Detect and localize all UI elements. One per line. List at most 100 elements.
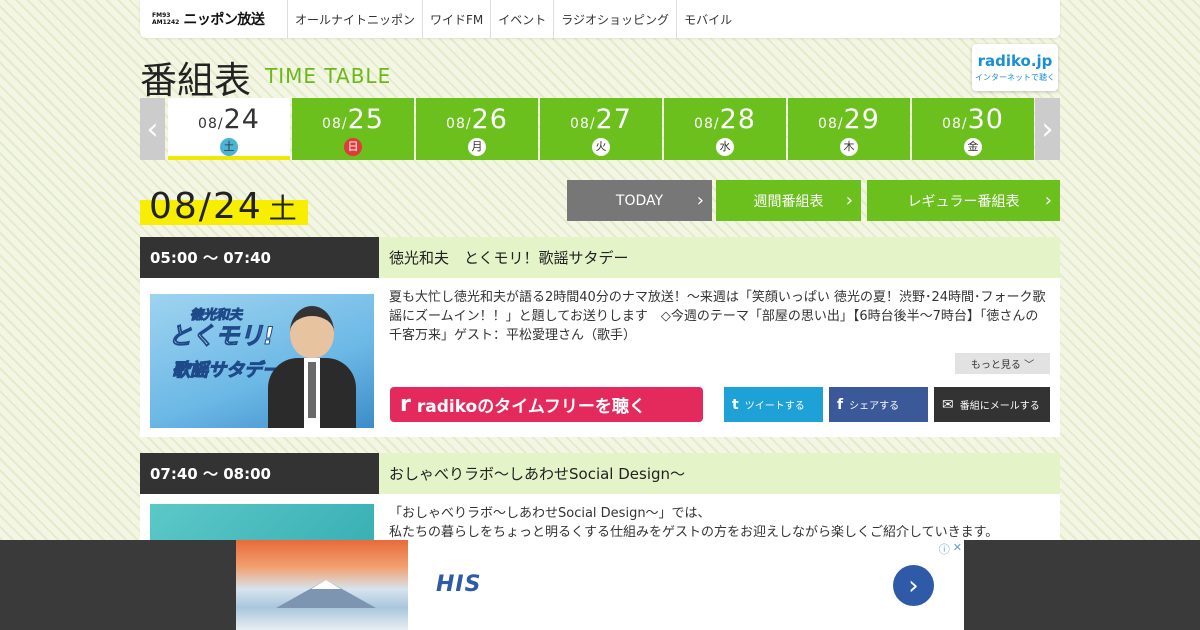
weekday-badge: 金 [964,138,982,156]
date-tab-month: 08/ [570,116,596,132]
radiko-icon: r [400,392,411,417]
date-tab-month: 08/ [818,116,844,132]
program-description: 「おしゃべりラボ～しあわせSocial Design～」では、 私たちの暮らしを… [389,504,1051,542]
current-weekday: 土 [268,192,299,225]
program-time: 05:00 ～ 07:40 [140,237,379,278]
program-thumbnail[interactable]: 徳光和夫 とくモリ! 歌謡サタデー [150,294,374,428]
today-button-label: TODAY [615,192,664,209]
regular-schedule-button[interactable]: レギュラー番組表 › [867,180,1060,221]
share-button[interactable]: f シェアする [829,387,928,422]
date-tab-0830[interactable]: 08/30 金 [912,98,1034,160]
weekly-schedule-button[interactable]: 週間番組表 › [716,180,861,221]
host-tie [308,362,316,418]
regular-button-label: レギュラー番組表 [907,193,1020,210]
date-tab-0825[interactable]: 08/25 日 [292,98,414,160]
date-tab-day: 27 [595,104,632,135]
radiko-badge[interactable]: radiko.jp インターネットで聴く [972,44,1058,91]
radiko-badge-name: radiko.jp [977,52,1053,70]
host-head [290,306,334,358]
share-button-label: シェアする [849,401,900,412]
program-title[interactable]: 徳光和夫 とくモリ！歌謡サタデー [379,237,1060,278]
date-tab-month: 08/ [322,116,348,132]
date-tab-month: 08/ [198,116,224,132]
ad-info-icon[interactable]: ⓘ [939,541,950,557]
thumb-text-sub: 歌謡サタデー [172,360,281,382]
prev-week-arrow[interactable]: ‹ [140,98,165,160]
facebook-icon: f [837,396,844,413]
weekly-button-label: 週間番組表 [753,193,824,210]
mail-button-label: 番組にメールする [959,401,1040,412]
date-tab-day: 28 [719,104,756,135]
top-navigation: FM93 AM1242 ニッポン放送 オールナイトニッポン ワイドFM イベント… [140,0,1060,38]
weekday-badge: 土 [220,138,238,156]
program-description: 夏も大忙し徳光和夫が語る2時間40分のナマ放送！～来週は「笑顔いっぱい 徳光の夏… [389,290,1046,343]
date-tab-day: 30 [967,104,1004,135]
date-tab-day: 24 [223,104,260,135]
program-row: 07:40 ～ 08:00 おしゃべりラボ～しあわせSocial Design～… [140,453,1060,553]
chevron-right-icon: › [845,190,853,211]
chevron-right-icon: › [696,190,704,211]
page-wrapper: FM93 AM1242 ニッポン放送 オールナイトニッポン ワイドFM イベント… [140,0,1060,553]
date-tab-day: 29 [843,104,880,135]
weekday-badge: 水 [716,138,734,156]
today-button[interactable]: TODAY › [567,180,712,221]
date-tab-month: 08/ [446,116,472,132]
date-tab-month: 08/ [942,116,968,132]
chevron-right-icon: › [1044,190,1052,211]
description-line: 「おしゃべりラボ～しあわせSocial Design～」では、 [389,506,711,521]
ad-brand-logo: HIS [436,572,482,597]
date-tab-day: 25 [347,104,384,135]
nav-link-allnightnippon[interactable]: オールナイトニッポン [288,0,424,38]
current-date: 08/24 [149,186,263,227]
nav-link-event[interactable]: イベント [491,0,555,38]
logo-fm: FM93 [152,12,171,19]
date-tab-month: 08/ [694,116,720,132]
program-header: 07:40 ～ 08:00 おしゃべりラボ～しあわせSocial Design～ [140,453,1060,494]
nav-link-radio-shopping[interactable]: ラジオショッピング [554,0,678,38]
ad-bar: HIS › ⓘ ✕ [0,540,1200,630]
date-tab-0829[interactable]: 08/29 木 [788,98,910,160]
advertisement[interactable]: HIS › ⓘ ✕ [236,540,964,630]
twitter-icon: t [732,396,739,413]
date-tab-0828[interactable]: 08/28 水 [664,98,786,160]
page-title: 番組表 [140,59,251,102]
program-header: 05:00 ～ 07:40 徳光和夫 とくモリ！歌謡サタデー [140,237,1060,278]
station-logo[interactable]: FM93 AM1242 ニッポン放送 [140,0,288,38]
radiko-badge-tagline: インターネットで聴く [975,73,1055,82]
date-tab-0824[interactable]: 08/24 土 [168,98,290,160]
logo-frequencies: FM93 AM1242 [152,12,179,26]
weekday-badge: 木 [840,138,858,156]
more-button[interactable]: もっと見る ﹀ [955,353,1050,374]
ad-close-icon[interactable]: ✕ [953,541,962,557]
radiko-timefree-button[interactable]: r radikoのタイムフリーを聴く [390,387,703,422]
date-tab-0827[interactable]: 08/27 火 [540,98,662,160]
mail-icon: ✉ [942,396,954,413]
tweet-button-label: ツイートする [744,401,805,412]
program-row: 05:00 ～ 07:40 徳光和夫 とくモリ！歌謡サタデー 徳光和夫 とくモリ… [140,237,1060,437]
current-date-text: 08/24 土 [149,186,299,227]
logo-name: ニッポン放送 [183,12,265,28]
program-time: 07:40 ～ 08:00 [140,453,379,494]
nav-link-mobile[interactable]: モバイル [677,0,739,38]
ad-mountain-snow [311,580,341,589]
thumb-text-show: とくモリ! [167,322,275,351]
logo-am: AM1242 [152,19,180,26]
ad-controls: ⓘ ✕ [939,541,962,557]
page-title-en: TIME TABLE [265,64,392,88]
date-tab-0826[interactable]: 08/26 月 [416,98,538,160]
nav-link-widefm[interactable]: ワイドFM [423,0,492,38]
weekday-badge: 月 [468,138,486,156]
tweet-button[interactable]: t ツイートする [724,387,823,422]
radiko-button-label: radikoのタイムフリーを聴く [416,397,646,417]
date-tab-day: 26 [471,104,508,135]
date-tabs: ‹ 08/24 土 08/25 日 08/26 月 08/27 火 08/28 … [140,98,1060,160]
program-thumbnail[interactable] [150,504,374,544]
mail-button[interactable]: ✉ 番組にメールする [934,387,1050,422]
program-title[interactable]: おしゃべりラボ～しあわせSocial Design～ [379,453,1060,494]
weekday-badge: 日 [344,138,362,156]
ad-photo [236,540,408,630]
ad-arrow-button[interactable]: › [893,565,934,606]
host-photo [268,306,356,428]
weekday-badge: 火 [592,138,610,156]
next-week-arrow[interactable]: › [1035,98,1060,160]
